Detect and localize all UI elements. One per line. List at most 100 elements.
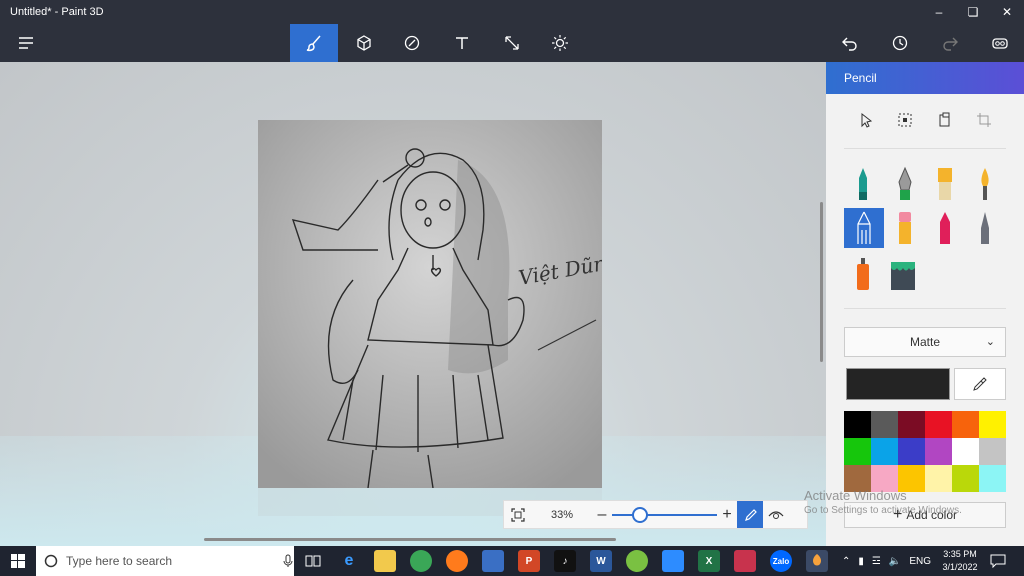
mixed-reality-button[interactable] — [976, 24, 1024, 62]
zoom-app-icon[interactable] — [662, 550, 684, 572]
clock-date: 3/1/2022 — [942, 562, 978, 572]
language-indicator[interactable]: ENG — [909, 556, 931, 567]
palette-swatch[interactable] — [925, 438, 952, 465]
cursor-icon[interactable] — [858, 112, 874, 128]
notifications-button[interactable] — [990, 546, 1006, 576]
minimize-button[interactable]: – — [922, 0, 956, 24]
add-color-button[interactable]: + Add color — [844, 502, 1006, 528]
tab-brushes[interactable] — [290, 24, 338, 62]
app-icon-green[interactable] — [626, 550, 648, 572]
network-icon[interactable]: ☲ — [872, 556, 881, 567]
texture-dropdown[interactable]: Matte ⌄ — [844, 327, 1006, 357]
palette-swatch[interactable] — [979, 411, 1006, 438]
chrome-icon[interactable] — [410, 550, 432, 572]
palette-swatch[interactable] — [871, 465, 898, 492]
fill-brush[interactable] — [884, 254, 922, 294]
palette-swatch[interactable] — [952, 411, 979, 438]
zoom-out-button[interactable]: – — [592, 506, 612, 524]
canvas-workspace[interactable]: Việt Dũng 33% – + — [0, 62, 826, 546]
restore-button[interactable]: ❏ — [956, 0, 990, 24]
zoom-in-button[interactable]: + — [717, 506, 737, 524]
brushes-panel: Pencil Matte ⌄ + Add color — [826, 62, 1024, 546]
palette-swatch[interactable] — [979, 465, 1006, 492]
tab-stickers[interactable] — [388, 24, 436, 62]
palette-swatch[interactable] — [898, 465, 925, 492]
palette-swatch[interactable] — [925, 411, 952, 438]
crop-icon[interactable] — [976, 112, 992, 128]
pixel-pen-icon — [981, 212, 989, 244]
palette-swatch[interactable] — [871, 411, 898, 438]
eraser-icon — [899, 212, 911, 244]
tab-3d-shapes[interactable] — [340, 24, 388, 62]
clock[interactable]: 3:35 PM 3/1/2022 — [936, 548, 984, 574]
microphone-icon[interactable] — [282, 554, 294, 568]
edge-icon[interactable]: e — [338, 550, 360, 572]
tiktok-icon[interactable]: ♪ — [554, 550, 576, 572]
palette-swatch[interactable] — [898, 411, 925, 438]
pencil-icon — [857, 211, 871, 244]
spray-can-icon — [857, 258, 869, 290]
powerpoint-icon[interactable]: P — [518, 550, 540, 572]
palette-swatch[interactable] — [871, 438, 898, 465]
eye-icon — [768, 510, 784, 519]
file-explorer-icon[interactable] — [374, 550, 396, 572]
palette-swatch[interactable] — [844, 465, 871, 492]
word-icon[interactable]: W — [590, 550, 612, 572]
tab-effects[interactable] — [536, 24, 584, 62]
history-button[interactable] — [876, 24, 924, 62]
current-color-swatch[interactable] — [846, 368, 950, 400]
eyedropper-button[interactable] — [954, 368, 1006, 400]
app-icon-red[interactable] — [734, 550, 756, 572]
pixel-pen-brush[interactable] — [966, 208, 1004, 248]
palette-swatch[interactable] — [979, 438, 1006, 465]
calligraphy-pen-icon — [898, 166, 912, 200]
close-button[interactable]: ✕ — [990, 0, 1024, 24]
chevron-up-icon[interactable]: ⌃ — [842, 556, 850, 567]
paint-3d-icon[interactable] — [806, 550, 828, 572]
view-3d-button[interactable] — [763, 508, 789, 522]
battery-icon[interactable]: ▮ — [858, 556, 864, 567]
drawing-canvas[interactable]: Việt Dũng — [258, 120, 602, 488]
taskbar-search[interactable]: Type here to search — [36, 546, 294, 576]
tab-text[interactable] — [438, 24, 486, 62]
horizontal-scrollbar[interactable] — [204, 538, 616, 541]
zalo-icon[interactable]: Zalo — [770, 550, 792, 572]
spray-can-brush[interactable] — [844, 254, 882, 294]
excel-icon[interactable]: X — [698, 550, 720, 572]
select-icon[interactable] — [897, 112, 913, 128]
volume-icon[interactable]: 🔈 — [889, 556, 901, 567]
clock-time: 3:35 PM — [943, 549, 977, 559]
menu-button[interactable] — [2, 24, 50, 62]
sticker-icon — [404, 35, 420, 51]
palette-swatch[interactable] — [844, 411, 871, 438]
paste-icon[interactable] — [937, 112, 953, 128]
fit-to-screen-button[interactable] — [504, 507, 532, 522]
palette-swatch[interactable] — [925, 465, 952, 492]
draw-mode-button[interactable] — [737, 501, 763, 528]
cube-icon — [357, 35, 371, 51]
marker-brush[interactable] — [844, 164, 882, 204]
redo-button[interactable] — [926, 24, 974, 62]
vertical-scrollbar[interactable] — [820, 202, 823, 362]
tab-canvas[interactable] — [488, 24, 536, 62]
zoom-slider-knob[interactable] — [631, 506, 648, 523]
undo-button[interactable] — [826, 24, 874, 62]
palette-swatch[interactable] — [952, 438, 979, 465]
watercolor-brush[interactable] — [966, 164, 1004, 204]
palette-swatch[interactable] — [844, 438, 871, 465]
store-icon[interactable] — [482, 550, 504, 572]
oil-brush[interactable] — [926, 164, 964, 204]
start-button[interactable] — [0, 546, 36, 576]
zoom-value: 33% — [550, 508, 574, 521]
firefox-icon[interactable] — [446, 550, 468, 572]
palette-swatch[interactable] — [898, 438, 925, 465]
calligraphy-pen-brush[interactable] — [886, 164, 924, 204]
crayon-brush[interactable] — [926, 208, 964, 248]
chevron-down-icon: ⌄ — [985, 336, 995, 348]
task-view-icon[interactable] — [302, 550, 324, 572]
zoom-slider[interactable] — [612, 506, 717, 523]
palette-swatch[interactable] — [952, 465, 979, 492]
eraser-brush[interactable] — [886, 208, 924, 248]
windows-logo-icon — [11, 554, 25, 568]
pencil-brush[interactable] — [844, 208, 884, 248]
